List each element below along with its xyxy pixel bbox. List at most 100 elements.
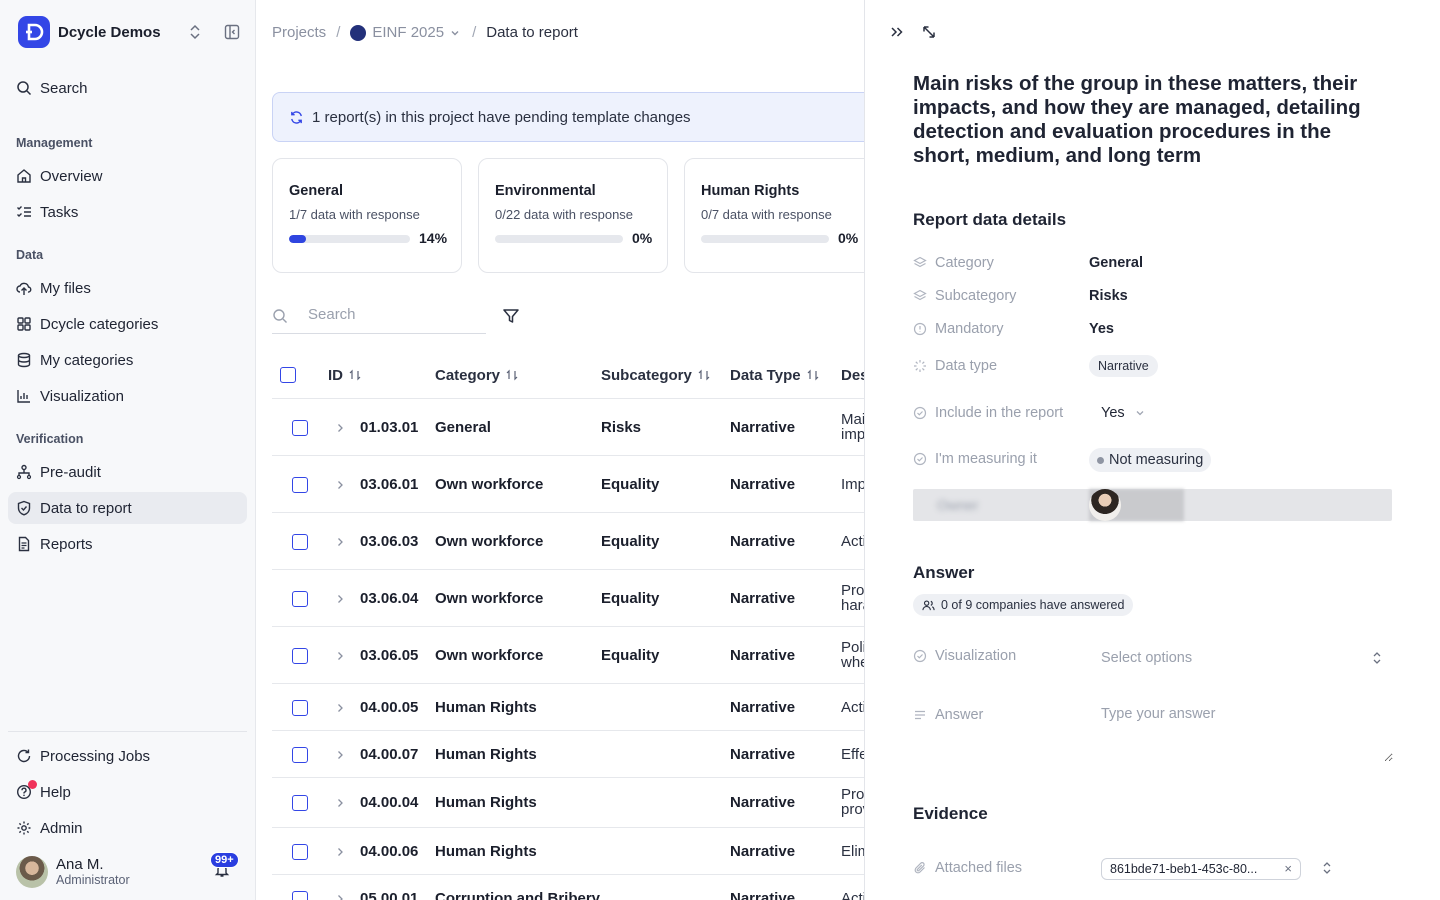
label-text: Subcategory [935,288,1017,304]
breadcrumb-projects[interactable]: Projects [272,24,326,41]
column-label: Des [841,366,864,384]
evidence-heading: Evidence [913,804,988,823]
chevron-down-icon[interactable] [448,26,462,40]
column-header-subcategory[interactable]: Subcategory [601,352,710,398]
sidebar-item-label: Tasks [40,203,79,221]
sidebar-search[interactable]: Search [8,72,247,104]
sidebar-item-my-files[interactable]: My files [8,272,247,304]
attached-file-chip[interactable]: 861bde71-beb1-453c-80... × [1101,858,1301,880]
workspace-name: Dcycle Demos [58,23,161,41]
select-all-checkbox[interactable] [280,367,296,383]
cell-id: 04.00.04 [360,794,419,811]
column-header-data-type[interactable]: Data Type [730,352,819,398]
row-checkbox[interactable] [292,590,308,607]
table-row[interactable]: 04.00.05 Human Rights Narrative Acti [272,684,864,731]
sidebar-item-label: Reports [40,535,93,553]
row-checkbox[interactable] [292,699,308,716]
table-row[interactable]: 03.06.05 Own workforce Equality Narrative Po… [272,627,864,684]
cell-description: Pronprov [841,787,864,817]
row-checkbox[interactable] [292,476,308,493]
refresh-icon [17,749,31,763]
data-type-label: Data type [913,358,997,374]
sidebar-item-overview[interactable]: Overview [8,160,247,192]
column-header-id[interactable]: ID [328,352,361,398]
table-row[interactable]: 04.00.07 Human Rights Narrative Effe [272,731,864,778]
sidebar-item-reports[interactable]: Reports [8,528,247,560]
check-circle-icon [913,452,927,466]
sidebar-collapse-icon[interactable] [224,24,240,43]
remove-file-icon[interactable]: × [1284,861,1292,876]
visualization-select[interactable]: Select options [1089,641,1395,675]
sidebar-item-data-to-report[interactable]: Data to report [8,492,247,524]
workspace-switcher[interactable]: Dcycle Demos [18,16,244,48]
filter-icon[interactable] [502,307,520,328]
notification-count-badge: 99+ [210,852,239,868]
measuring-status-badge[interactable]: Not measuring [1089,448,1212,472]
chevron-up-down-icon[interactable] [188,24,202,43]
status-dot [1097,456,1104,464]
breadcrumb-separator: / [336,24,341,41]
sidebar-item-label: Pre-audit [40,463,101,481]
collapse-panel-icon[interactable] [889,24,905,43]
chevron-right-icon[interactable] [334,893,346,900]
table-row[interactable]: 01.03.01 General Risks Narrative Mai imp [272,399,864,456]
column-label: Subcategory [601,366,692,384]
card-title: Human Rights [701,183,800,199]
chevron-right-icon[interactable] [334,702,346,714]
table-row[interactable]: 03.06.04 Own workforce Equality Narrative Pr… [272,570,864,627]
cell-category: Human Rights [435,794,537,811]
table-row[interactable]: 03.06.03 Own workforce Equality Narrative Ac… [272,513,864,570]
breadcrumb-project[interactable]: EINF 2025 [372,24,444,41]
sidebar-item-help[interactable]: Help [8,776,247,808]
answer-textarea[interactable] [1089,700,1393,762]
cell-category: Human Rights [435,842,537,860]
expand-icon[interactable] [921,24,937,43]
column-header-category[interactable]: Category [435,352,518,398]
sidebar-item-admin[interactable]: Admin [8,812,247,844]
sidebar-item-label: My categories [40,351,134,369]
section-data: Data [16,248,44,262]
row-checkbox[interactable] [292,843,308,860]
sidebar-item-visualization[interactable]: Visualization [8,380,247,412]
progress-fill [289,235,306,243]
check-circle-icon [913,406,927,420]
chevron-up-down-icon[interactable] [1321,860,1333,876]
include-select[interactable]: Yes [1101,405,1147,421]
table-row[interactable]: 04.00.06 Human Rights Narrative Elim [272,828,864,875]
chevron-right-icon[interactable] [334,797,346,809]
row-checkbox[interactable] [292,890,308,900]
chevron-right-icon[interactable] [334,593,346,605]
column-header-description[interactable]: Des [841,352,864,398]
cell-description: Acti [841,532,864,550]
category-label: Category [913,255,994,271]
sidebar-item-label: Admin [40,819,83,837]
owner-row[interactable]: Owner [913,489,1392,521]
sidebar-item-dcycle-categories[interactable]: Dcycle categories [8,308,247,340]
row-checkbox[interactable] [292,795,308,811]
table-row[interactable]: 05.00.01 Corruption and Bribery Narrative A… [272,875,864,900]
chevron-right-icon[interactable] [334,650,346,662]
sidebar-item-pre-audit[interactable]: Pre-audit [8,456,247,488]
chevron-right-icon[interactable] [334,846,346,858]
sidebar-item-processing-jobs[interactable]: Processing Jobs [8,740,247,772]
table-row[interactable]: 04.00.04 Human Rights Narrative Pronprov [272,778,864,828]
sidebar-item-my-categories[interactable]: My categories [8,344,247,376]
search-input[interactable] [308,306,478,323]
description-line: imp [841,425,864,443]
visualization-label: Visualization [913,648,1016,664]
chevron-right-icon[interactable] [334,422,346,434]
chevron-right-icon[interactable] [334,479,346,491]
cell-subcategory: Equality [601,532,660,550]
row-checkbox[interactable] [292,419,308,436]
chevron-right-icon[interactable] [334,536,346,548]
sort-icon [349,369,361,381]
row-checkbox[interactable] [292,746,308,763]
table-row[interactable]: 03.06.01 Own workforce Equality Narrative Im… [272,456,864,513]
sidebar-item-tasks[interactable]: Tasks [8,196,247,228]
row-checkbox[interactable] [292,647,308,664]
sort-icon [807,369,819,381]
row-checkbox[interactable] [292,533,308,550]
chevron-right-icon[interactable] [334,749,346,761]
answered-count-badge: 0 of 9 companies have answered [913,594,1134,616]
user-profile[interactable]: Ana M. Administrator 99+ [16,852,246,890]
